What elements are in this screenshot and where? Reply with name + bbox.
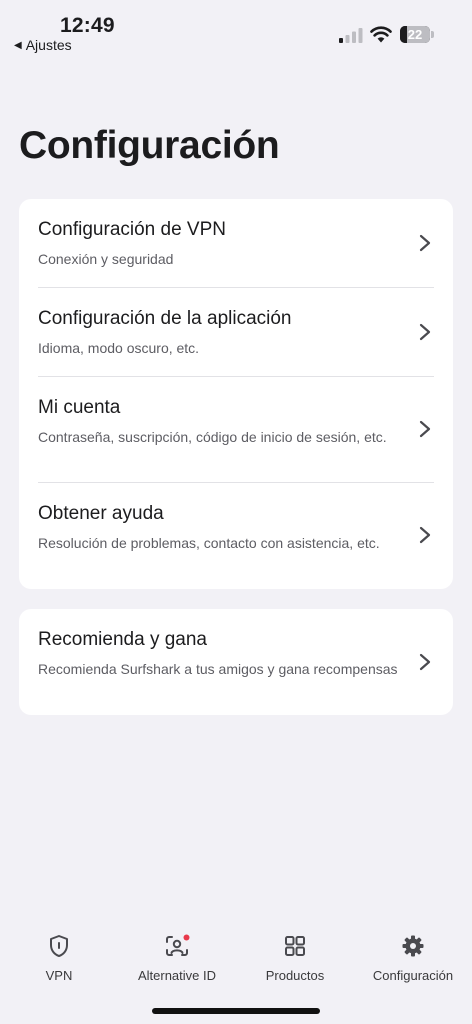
row-get-help[interactable]: Obtener ayuda Resolución de problemas, c… (19, 483, 453, 589)
page-title: Configuración (19, 124, 280, 167)
row-title: Mi cuenta (38, 397, 121, 418)
tab-vpn[interactable]: VPN (0, 922, 118, 992)
chevron-right-icon (419, 323, 431, 341)
back-to-settings-link[interactable]: ◀ Ajustes (14, 37, 72, 53)
shield-icon (50, 935, 68, 957)
row-subtitle: Idioma, modo oscuro, etc. (38, 340, 200, 356)
back-arrow-icon: ◀ (14, 39, 22, 51)
tab-products[interactable]: Productos (236, 922, 354, 992)
tab-label: Configuración (372, 968, 454, 983)
status-time: 12:49 (60, 14, 115, 37)
row-vpn-settings[interactable]: Configuración de VPN Conexión y segurida… (19, 199, 453, 287)
battery-cap (431, 31, 434, 38)
back-link-label: Ajustes (25, 37, 72, 53)
tab-label: Alternative ID (137, 968, 217, 983)
person-scan-icon (166, 934, 190, 956)
chevron-right-icon (419, 234, 431, 252)
battery-percentage: 22 (407, 27, 423, 42)
tab-label: Productos (265, 968, 325, 983)
gear-icon (402, 935, 424, 957)
row-refer-and-earn[interactable]: Recomienda y gana Recomienda Surfshark a… (19, 609, 453, 715)
row-title: Configuración de la aplicación (38, 308, 292, 329)
row-title: Recomienda y gana (38, 629, 207, 650)
tab-bar: VPN Alternative ID Productos Configuraci… (0, 922, 472, 992)
battery-body: 22 (400, 26, 430, 43)
row-app-settings[interactable]: Configuración de la aplicación Idioma, m… (19, 288, 453, 376)
tab-alternative-id[interactable]: Alternative ID (118, 922, 236, 992)
chevron-right-icon (419, 526, 431, 544)
referral-card: Recomienda y gana Recomienda Surfshark a… (19, 609, 453, 715)
status-bar: 12:49 ◀ Ajustes 22 (0, 0, 472, 60)
chevron-right-icon (419, 653, 431, 671)
settings-card: Configuración de VPN Conexión y segurida… (19, 199, 453, 589)
home-indicator (152, 1008, 320, 1014)
row-title: Obtener ayuda (38, 503, 164, 524)
row-title: Configuración de VPN (38, 219, 226, 240)
tab-label: VPN (45, 968, 73, 983)
row-my-account[interactable]: Mi cuenta Contraseña, suscripción, códig… (19, 377, 453, 482)
row-subtitle: Conexión y seguridad (38, 251, 174, 267)
row-subtitle: Contraseña, suscripción, código de inici… (38, 429, 387, 445)
notification-badge-icon (183, 934, 190, 941)
chevron-right-icon (419, 420, 431, 438)
tab-settings[interactable]: Configuración (354, 922, 472, 992)
battery-indicator: 22 (400, 26, 434, 43)
settings-screen: 12:49 ◀ Ajustes 22 Configuración Configu… (0, 0, 472, 1024)
row-subtitle: Recomienda Surfshark a tus amigos y gana… (38, 661, 398, 677)
grid-icon (285, 936, 305, 956)
row-subtitle: Resolución de problemas, contacto con as… (38, 535, 380, 551)
cellular-signal-icon (339, 28, 363, 43)
wifi-icon (370, 26, 392, 43)
